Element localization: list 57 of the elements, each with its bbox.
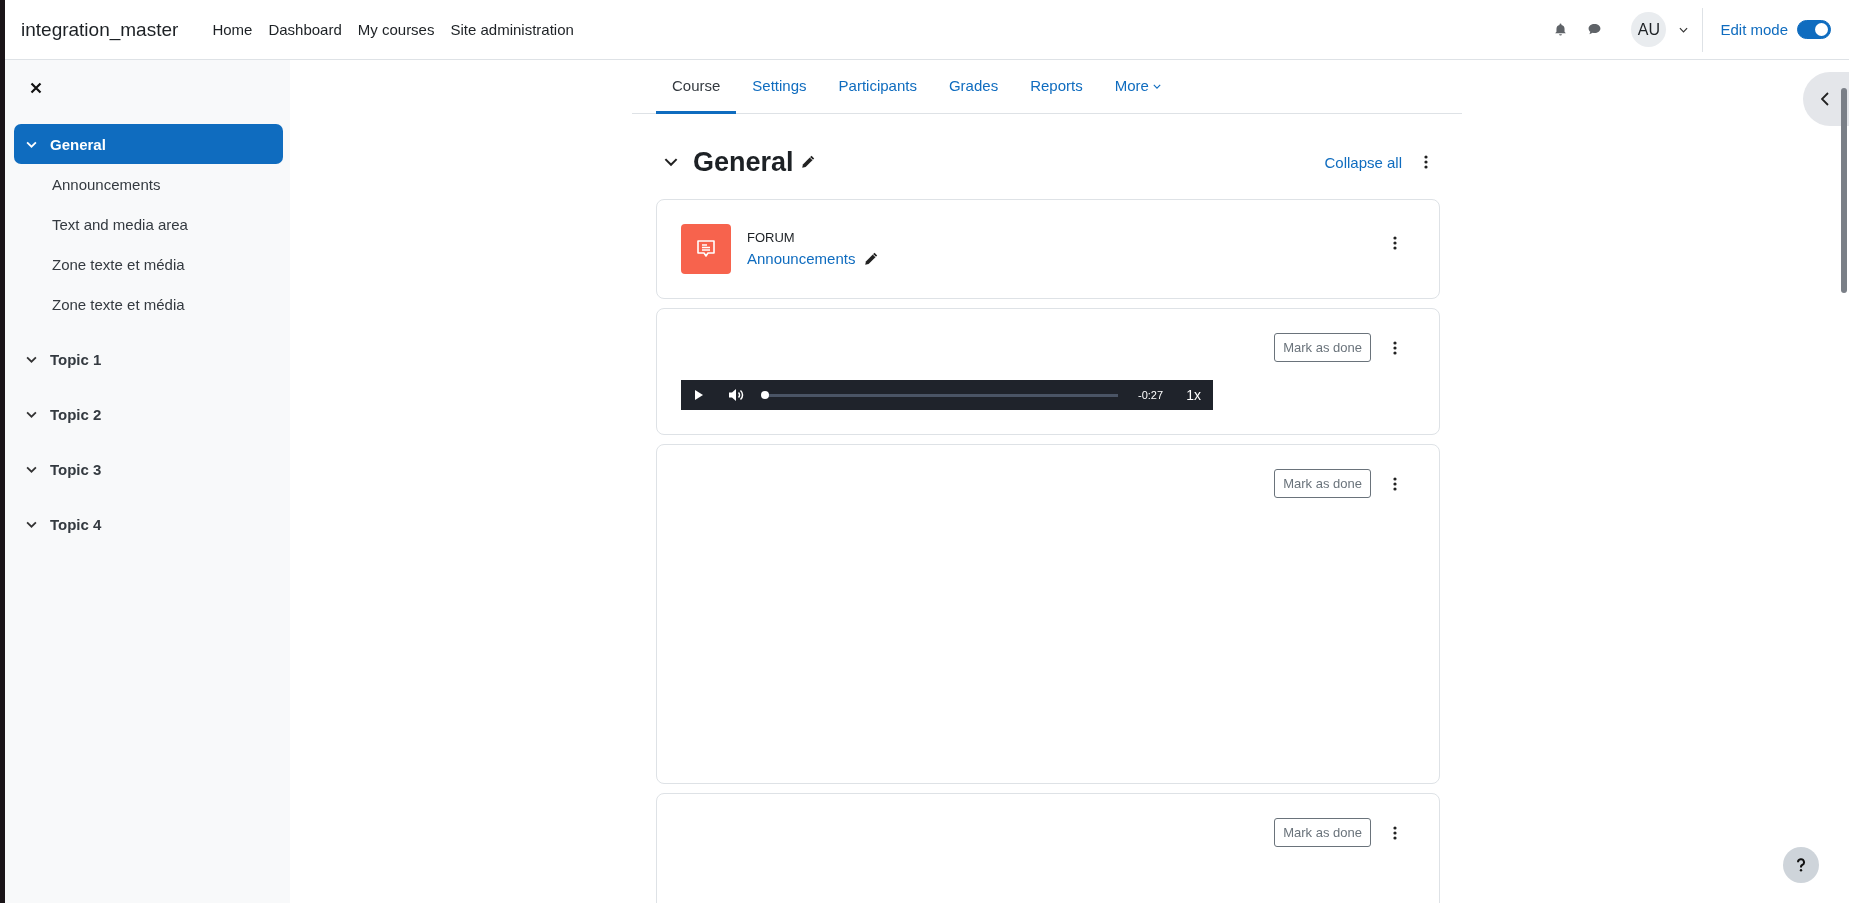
section-item[interactable]: Topic 1 xyxy=(14,339,283,379)
course-tab[interactable]: Reports xyxy=(1014,60,1099,114)
chevron-icon xyxy=(26,355,37,363)
edit-mode-toggle[interactable] xyxy=(1797,20,1831,39)
play-icon[interactable] xyxy=(694,389,704,401)
activity-link[interactable]: Announcements xyxy=(747,250,856,267)
question-mark-icon xyxy=(1796,858,1806,872)
chevron-icon xyxy=(26,465,37,473)
nav-link[interactable]: Home xyxy=(212,21,253,38)
more-options-icon[interactable] xyxy=(1393,476,1397,491)
nav-link[interactable]: My courses xyxy=(357,21,435,38)
section-title: General xyxy=(693,146,794,178)
help-button[interactable] xyxy=(1783,847,1819,883)
scrollbar-thumb[interactable] xyxy=(1841,88,1847,293)
forum-icon xyxy=(681,224,731,274)
edit-mode-label: Edit mode xyxy=(1720,21,1788,38)
course-tab[interactable]: Participants xyxy=(822,60,933,114)
chevron-left-icon xyxy=(1821,92,1829,106)
activity-type-label: FORUM xyxy=(747,230,796,245)
caret-icon xyxy=(1152,84,1161,89)
section-item[interactable]: General xyxy=(14,124,283,164)
playback-speed-button[interactable]: 1x xyxy=(1186,387,1201,403)
collapse-chevron-icon[interactable] xyxy=(664,157,678,167)
nav-link[interactable]: Site administration xyxy=(450,21,574,38)
pencil-icon[interactable] xyxy=(863,250,880,267)
section-item[interactable]: Topic 3 xyxy=(14,449,283,489)
chevron-icon xyxy=(26,410,37,418)
mark-as-done-button[interactable]: Mark as done xyxy=(1274,818,1371,847)
volume-icon[interactable] xyxy=(728,388,744,402)
chevron-icon xyxy=(26,140,37,148)
mark-as-done-button[interactable]: Mark as done xyxy=(1274,469,1371,498)
mark-as-done-button[interactable]: Mark as done xyxy=(1274,333,1371,362)
close-icon[interactable] xyxy=(30,82,42,94)
section-item[interactable]: Topic 4 xyxy=(14,504,283,544)
more-options-icon[interactable] xyxy=(1393,236,1397,250)
collapse-all-link[interactable]: Collapse all xyxy=(1324,153,1402,171)
caret-icon[interactable] xyxy=(1679,26,1689,33)
course-tab[interactable]: Course xyxy=(656,60,737,114)
site-name[interactable]: integration_master xyxy=(21,18,179,41)
section-item[interactable]: Topic 2 xyxy=(14,394,283,434)
activity-link[interactable]: Zone texte et média xyxy=(14,244,283,284)
course-tab[interactable]: Settings xyxy=(736,60,823,114)
course-tab[interactable]: More xyxy=(1098,60,1177,114)
time-remaining: -0:27 xyxy=(1138,389,1164,401)
drawer-toggle-button[interactable] xyxy=(1803,72,1849,126)
activity-link[interactable]: Zone texte et média xyxy=(14,284,283,324)
more-options-icon[interactable] xyxy=(1393,340,1397,355)
user-avatar[interactable]: AU xyxy=(1631,12,1667,47)
more-options-icon[interactable] xyxy=(1393,825,1397,840)
more-options-icon[interactable] xyxy=(1424,155,1428,169)
seek-thumb[interactable] xyxy=(761,390,769,399)
activity-link[interactable]: Text and media area xyxy=(14,204,283,244)
pencil-icon[interactable] xyxy=(799,154,816,170)
activity-link[interactable]: Announcements xyxy=(14,164,283,204)
nav-link[interactable]: Dashboard xyxy=(268,21,342,38)
course-tab[interactable]: Grades xyxy=(932,60,1015,114)
chevron-icon xyxy=(26,520,37,528)
